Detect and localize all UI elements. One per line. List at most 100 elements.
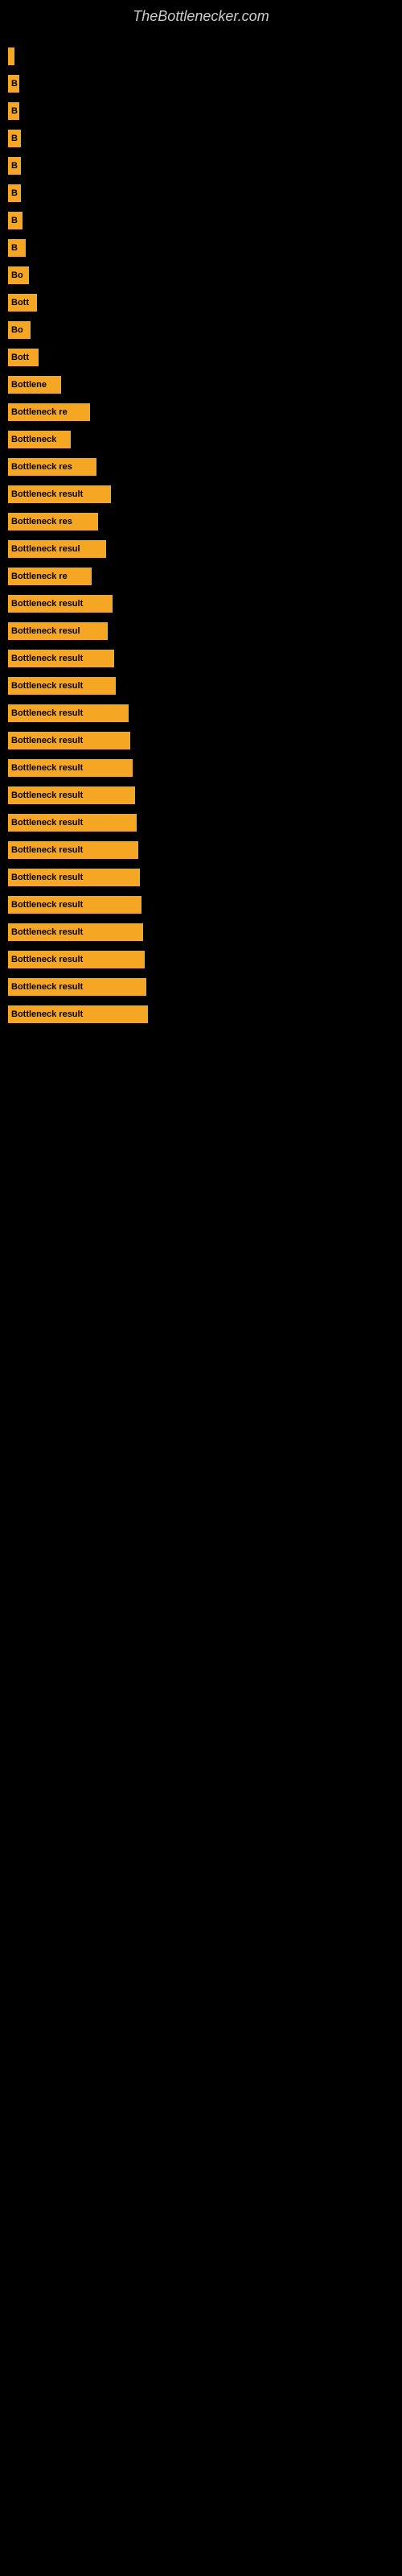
- bar: Bottleneck: [8, 431, 71, 448]
- bar-label: B: [11, 243, 18, 253]
- bar: Bottlene: [8, 376, 61, 394]
- bar-row: [8, 45, 394, 68]
- bar-row: Bottleneck result: [8, 592, 394, 615]
- bar-label: Bottleneck result: [11, 955, 83, 964]
- bar: Bo: [8, 321, 31, 339]
- bar-row: Bottleneck result: [8, 976, 394, 998]
- bar: Bottleneck result: [8, 759, 133, 777]
- bar-row: Bottleneck res: [8, 456, 394, 478]
- bar-row: Bottleneck re: [8, 401, 394, 423]
- bar: Bottleneck result: [8, 978, 146, 996]
- bar: Bottleneck result: [8, 951, 145, 968]
- bar-row: Bottleneck result: [8, 784, 394, 807]
- bar-label: Bott: [11, 353, 29, 362]
- bar-label: B: [11, 188, 18, 198]
- bar: [8, 47, 14, 65]
- bar-label: Bo: [11, 325, 23, 335]
- bar: B: [8, 102, 19, 120]
- bar-row: Bottleneck result: [8, 483, 394, 506]
- bar-row: Bottleneck result: [8, 948, 394, 971]
- bar: B: [8, 212, 23, 229]
- bar: Bott: [8, 349, 39, 366]
- bar: Bottleneck result: [8, 485, 111, 503]
- bar-row: Bott: [8, 346, 394, 369]
- bar-label: Bottleneck result: [11, 791, 83, 800]
- bar: Bottleneck result: [8, 896, 142, 914]
- bar: Bottleneck result: [8, 814, 137, 832]
- bar: Bottleneck res: [8, 458, 96, 476]
- bar-row: B: [8, 72, 394, 95]
- bar: B: [8, 130, 21, 147]
- bar-row: Bottleneck result: [8, 647, 394, 670]
- bar-label: B: [11, 106, 18, 116]
- bar: Bottleneck result: [8, 650, 114, 667]
- bar-row: Bottleneck result: [8, 921, 394, 943]
- bar: Bottleneck result: [8, 704, 129, 722]
- bar-label: Bottleneck result: [11, 873, 83, 882]
- bar-label: Bottleneck result: [11, 489, 83, 499]
- bar: B: [8, 239, 26, 257]
- bar-label: B: [11, 216, 18, 225]
- bar-label: Bottleneck resul: [11, 544, 80, 554]
- bar-label: Bottleneck result: [11, 1009, 83, 1019]
- bar-row: Bott: [8, 291, 394, 314]
- bar-row: B: [8, 155, 394, 177]
- bar-label: Bottleneck res: [11, 517, 72, 526]
- bars-container: B B B B B B B Bo Bott Bo Bott Bottlene Bottleneck re…: [0, 29, 402, 1038]
- site-title: TheBottlenecker.com: [0, 0, 402, 29]
- bar: Bottleneck result: [8, 595, 113, 613]
- bar-label: Bottleneck re: [11, 407, 68, 417]
- bar: B: [8, 157, 21, 175]
- bar: Bo: [8, 266, 29, 284]
- bar-row: B: [8, 182, 394, 204]
- bar: B: [8, 184, 21, 202]
- bar-row: Bottleneck result: [8, 894, 394, 916]
- bar-label: Bottleneck result: [11, 818, 83, 828]
- bar: B: [8, 75, 19, 93]
- bar-row: Bottleneck resul: [8, 538, 394, 560]
- bar-label: Bottleneck result: [11, 654, 83, 663]
- bar-label: Bottleneck result: [11, 763, 83, 773]
- bar-row: Bottleneck result: [8, 811, 394, 834]
- bar-row: Bottleneck result: [8, 839, 394, 861]
- bar-row: Bottleneck result: [8, 757, 394, 779]
- bar-label: B: [11, 79, 18, 89]
- bar-label: Bottleneck result: [11, 681, 83, 691]
- bar: Bottleneck result: [8, 1005, 148, 1023]
- bar: Bottleneck resul: [8, 622, 108, 640]
- bar: Bottleneck result: [8, 786, 135, 804]
- bar-row: B: [8, 127, 394, 150]
- bar-row: Bottleneck result: [8, 702, 394, 724]
- bar-label: Bottleneck result: [11, 982, 83, 992]
- bar: Bottleneck result: [8, 923, 143, 941]
- bar: Bottleneck re: [8, 568, 92, 585]
- bar-label: Bottleneck: [11, 435, 56, 444]
- bar-label: Bottleneck result: [11, 845, 83, 855]
- bar-row: Bottleneck re: [8, 565, 394, 588]
- bar-label: Bottleneck resul: [11, 626, 80, 636]
- bar-label: Bottleneck re: [11, 572, 68, 581]
- bar-label: Bo: [11, 270, 23, 280]
- bar-label: B: [11, 134, 18, 143]
- bar-row: Bo: [8, 319, 394, 341]
- bar-label: Bottleneck res: [11, 462, 72, 472]
- bar-label: Bottleneck result: [11, 927, 83, 937]
- bar-label: Bottleneck result: [11, 708, 83, 718]
- bar: Bott: [8, 294, 37, 312]
- bar-row: Bottleneck result: [8, 866, 394, 889]
- bar-label: Bottleneck result: [11, 900, 83, 910]
- bar-row: B: [8, 209, 394, 232]
- bar: Bottleneck result: [8, 677, 116, 695]
- bar-label: Bottleneck result: [11, 599, 83, 609]
- bar-label: Bott: [11, 298, 29, 308]
- bar-row: B: [8, 237, 394, 259]
- bar-row: Bottleneck result: [8, 1003, 394, 1026]
- bar-row: Bo: [8, 264, 394, 287]
- bar-label: B: [11, 161, 18, 171]
- bar-row: B: [8, 100, 394, 122]
- bar-label: Bottleneck result: [11, 736, 83, 745]
- bar: Bottleneck result: [8, 732, 130, 749]
- bar-row: Bottleneck result: [8, 729, 394, 752]
- bar-row: Bottleneck resul: [8, 620, 394, 642]
- bar: Bottleneck result: [8, 841, 138, 859]
